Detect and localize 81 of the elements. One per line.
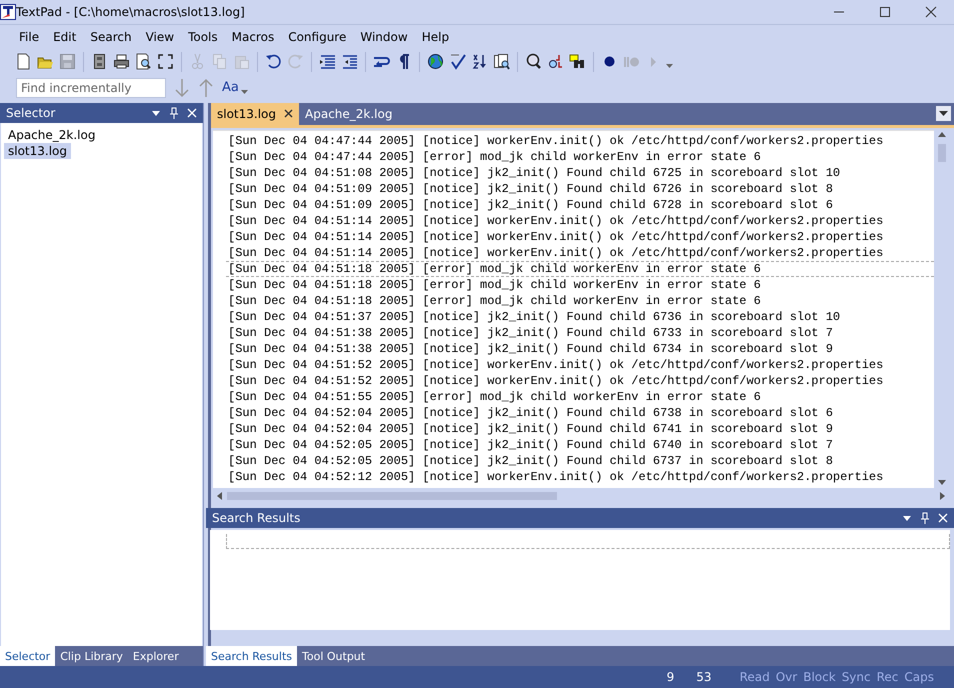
text-line: [Sun Dec 04 04:51:37 2005] [notice] jk2_init() Found child 6736 in scoreboard slot 10 bbox=[228, 308, 842, 325]
menu-item[interactable]: Help bbox=[414, 28, 456, 46]
text-line: [Sun Dec 04 04:52:12 2005] [notice] workerEnv.init() ok /etc/httpd/conf/workers2.properties bbox=[228, 468, 884, 485]
text-editor[interactable] bbox=[213, 130, 934, 488]
selector-entry[interactable]: slot13.log bbox=[4, 142, 72, 159]
text-line: [Sun Dec 04 04:51:14 2005] [notice] workerEnv.init() ok /etc/httpd/conf/workers2.properties bbox=[228, 212, 884, 229]
print-preview-icon[interactable] bbox=[135, 53, 152, 70]
text-line: [Sun Dec 04 04:51:18 2005] [error] mod_jk child workerEnv in error state 6 bbox=[228, 276, 762, 293]
text-line: [Sun Dec 04 04:52:04 2005] [notice] jk2_init() Found child 6741 in scoreboard slot 9 bbox=[228, 420, 834, 437]
menu-item[interactable]: Edit bbox=[46, 28, 84, 46]
fullscreen-icon[interactable] bbox=[157, 53, 174, 70]
panel-tab[interactable]: Tool Output bbox=[297, 646, 370, 666]
indent-icon[interactable] bbox=[319, 53, 336, 70]
scroll-left-icon[interactable] bbox=[217, 492, 223, 500]
status-indicator: Read bbox=[740, 670, 770, 684]
new-file-icon[interactable] bbox=[15, 53, 32, 70]
tab-list-button[interactable] bbox=[936, 106, 951, 122]
match-case-button[interactable]: Aa bbox=[222, 80, 239, 96]
status-indicator: Ovr bbox=[776, 670, 798, 684]
menu-item[interactable]: Macros bbox=[224, 28, 282, 46]
cabinet-icon[interactable] bbox=[91, 53, 108, 70]
text-line: [Sun Dec 04 04:51:14 2005] [notice] workerEnv.init() ok /etc/httpd/conf/workers2.properties bbox=[228, 244, 884, 261]
magnifier-icon[interactable] bbox=[525, 53, 542, 70]
panel-title: Selector bbox=[6, 106, 56, 120]
scroll-up-icon[interactable] bbox=[938, 132, 946, 138]
status-indicator: Block bbox=[803, 670, 836, 684]
text-line: [Sun Dec 04 04:52:05 2005] [notice] jk2_init() Found child 6740 in scoreboard slot 7 bbox=[228, 436, 834, 453]
text-line: [Sun Dec 04 04:51:38 2005] [notice] jk2_init() Found child 6733 in scoreboard slot 7 bbox=[228, 324, 834, 341]
scroll-thumb[interactable] bbox=[227, 492, 557, 500]
menu-item[interactable]: File bbox=[12, 28, 46, 46]
document-tab[interactable]: Apache_2k.log bbox=[299, 102, 398, 125]
text-line: [Sun Dec 04 04:51:55 2005] [error] mod_jk child workerEnv in error state 6 bbox=[228, 388, 762, 405]
line-number: 9 bbox=[666, 670, 674, 684]
scroll-right-icon[interactable] bbox=[940, 492, 946, 500]
caret-icon bbox=[939, 110, 948, 117]
text-line: [Sun Dec 04 04:52:05 2005] [notice] jk2_init() Found child 6737 in scoreboard slot 8 bbox=[228, 452, 834, 469]
text-line: [Sun Dec 04 04:51:18 2005] [error] mod_jk child workerEnv in error state 6 bbox=[228, 292, 762, 309]
close-icon bbox=[925, 6, 937, 18]
text-line: [Sun Dec 04 04:51:14 2005] [notice] workerEnv.init() ok /etc/httpd/conf/workers2.properties bbox=[228, 228, 884, 245]
document-tab[interactable]: slot13.log bbox=[211, 102, 300, 125]
search-field[interactable]: Find incrementally bbox=[16, 78, 166, 98]
text-line: [Sun Dec 04 04:51:09 2005] [notice] jk2_init() Found child 6726 in scoreboard slot 8 bbox=[228, 180, 834, 197]
close-icon[interactable] bbox=[284, 109, 294, 118]
text-line: [Sun Dec 04 04:52:04 2005] [notice] jk2_init() Found child 6738 in scoreboard slot 6 bbox=[228, 404, 834, 421]
scroll-thumb[interactable] bbox=[938, 144, 946, 162]
spell-check-icon[interactable] bbox=[449, 53, 466, 70]
text-line: [Sun Dec 04 04:51:09 2005] [notice] jk2_init() Found child 6728 in scoreboard slot 6 bbox=[228, 196, 834, 213]
panel-tab[interactable]: Search Results bbox=[206, 646, 298, 666]
text-line: [Sun Dec 04 04:51:08 2005] [notice] jk2_init() Found child 6725 in scoreboard slot 10 bbox=[228, 164, 842, 181]
maximize-icon bbox=[879, 6, 891, 18]
menu-item[interactable]: Configure bbox=[281, 28, 354, 46]
menu-item[interactable]: Window bbox=[353, 28, 415, 46]
text-line: [Sun Dec 04 04:51:52 2005] [notice] workerEnv.init() ok /etc/httpd/conf/workers2.properties bbox=[228, 372, 884, 389]
globe-icon[interactable] bbox=[427, 53, 444, 70]
column-number: 53 bbox=[696, 670, 712, 684]
text-line: [Sun Dec 04 04:47:44 2005] [error] mod_jk child workerEnv in error state 6 bbox=[228, 148, 762, 165]
panel-tab[interactable]: Selector bbox=[0, 646, 56, 666]
scroll-down-icon[interactable] bbox=[938, 480, 946, 486]
status-indicator: Caps bbox=[904, 670, 934, 684]
outdent-icon[interactable] bbox=[341, 53, 358, 70]
text-line: [Sun Dec 04 04:51:18 2005] [error] mod_jk child workerEnv in error state 6 bbox=[226, 260, 934, 277]
find-in-files-icon[interactable] bbox=[493, 53, 510, 70]
undo-icon[interactable] bbox=[265, 53, 282, 70]
panel-title: Search Results bbox=[212, 510, 302, 525]
selector-entry[interactable]: Apache_2k.log bbox=[4, 126, 100, 143]
text-line: [Sun Dec 04 04:51:38 2005] [notice] jk2_init() Found child 6734 in scoreboard slot 9 bbox=[228, 340, 834, 357]
window-title: TextPad - [C:\home\macros\slot13.log] bbox=[16, 5, 246, 19]
app-icon bbox=[0, 4, 16, 20]
text-line: [Sun Dec 04 04:51:52 2005] [notice] workerEnv.init() ok /etc/httpd/conf/workers2.properties bbox=[228, 356, 884, 373]
printer-icon[interactable] bbox=[113, 53, 130, 70]
menu-item[interactable]: View bbox=[138, 28, 182, 46]
pin-icon[interactable] bbox=[920, 512, 930, 524]
status-indicator: Rec bbox=[876, 670, 898, 684]
status-indicator: Sync bbox=[842, 670, 871, 684]
panel-tab[interactable]: Clip Library bbox=[55, 646, 128, 666]
pin-icon[interactable] bbox=[169, 106, 179, 119]
menu-item[interactable]: Tools bbox=[181, 28, 225, 46]
sort-icon[interactable] bbox=[471, 53, 488, 70]
panel-tab[interactable]: Explorer bbox=[128, 646, 184, 666]
menu-item[interactable]: Search bbox=[83, 28, 139, 46]
text-line: [Sun Dec 04 04:47:44 2005] [notice] workerEnv.init() ok /etc/httpd/conf/workers2.properties bbox=[228, 132, 884, 149]
